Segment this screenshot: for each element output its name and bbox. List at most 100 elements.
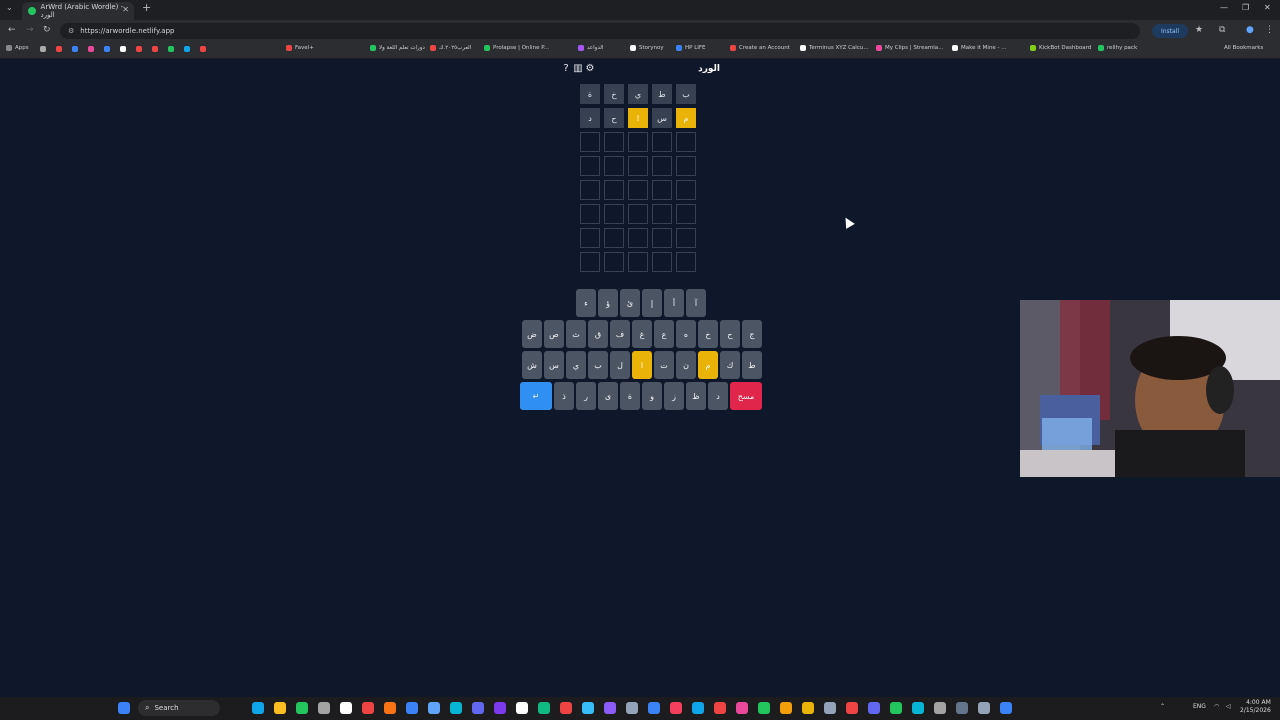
taskbar-app-icon[interactable] xyxy=(450,702,462,714)
bookmark-item[interactable]: Favel+ xyxy=(286,45,314,51)
key-ض[interactable]: ض xyxy=(522,320,542,348)
tab-search-icon[interactable]: ⌄ xyxy=(6,3,13,12)
url-field[interactable]: ⚙ https://arwordle.netlify.app xyxy=(60,23,1140,39)
key-ل[interactable]: ل xyxy=(610,351,630,379)
menu-icon[interactable]: ⋮ xyxy=(1265,25,1274,35)
forward-icon[interactable]: → xyxy=(26,25,34,35)
key-ئ[interactable]: ئ xyxy=(620,289,640,317)
taskbar-app-icon[interactable] xyxy=(648,702,660,714)
new-tab-icon[interactable]: + xyxy=(142,1,151,14)
taskbar-app-icon[interactable] xyxy=(252,702,264,714)
key-ك[interactable]: ك xyxy=(720,351,740,379)
key-ن[interactable]: ن xyxy=(676,351,696,379)
key-غ[interactable]: غ xyxy=(632,320,652,348)
key-ت[interactable]: ت xyxy=(654,351,674,379)
taskbar-app-icon[interactable] xyxy=(604,702,616,714)
bookmark-item[interactable]: rellhy pack xyxy=(1098,45,1137,51)
bookmark-shortcut-icon[interactable] xyxy=(72,46,78,52)
taskbar-app-icon[interactable] xyxy=(934,702,946,714)
taskbar-app-icon[interactable] xyxy=(868,702,880,714)
taskbar-app-icon[interactable] xyxy=(340,702,352,714)
bookmark-item[interactable]: Create an Account xyxy=(730,45,790,51)
install-button[interactable]: Install xyxy=(1152,24,1188,38)
key-ة[interactable]: ة xyxy=(620,382,640,410)
key-ع[interactable]: ع xyxy=(654,320,674,348)
key-ى[interactable]: ى xyxy=(598,382,618,410)
language-indicator[interactable]: ENG xyxy=(1193,703,1206,710)
key-أ[interactable]: أ xyxy=(664,289,684,317)
taskbar-app-icon[interactable] xyxy=(274,702,286,714)
settings-icon[interactable]: ⚙ xyxy=(584,63,596,74)
key-م[interactable]: م xyxy=(698,351,718,379)
taskbar-app-icon[interactable] xyxy=(538,702,550,714)
taskbar-app-icon[interactable] xyxy=(846,702,858,714)
taskbar-app-icon[interactable] xyxy=(516,702,528,714)
key-ح[interactable]: ح xyxy=(720,320,740,348)
key-ق[interactable]: ق xyxy=(588,320,608,348)
key-د[interactable]: د xyxy=(708,382,728,410)
taskbar-app-icon[interactable] xyxy=(384,702,396,714)
key-ظ[interactable]: ظ xyxy=(686,382,706,410)
profile-icon[interactable]: ● xyxy=(1246,25,1254,35)
tray-chevron-icon[interactable]: ⌃ xyxy=(1160,703,1165,710)
taskbar-app-icon[interactable] xyxy=(582,702,594,714)
bookmark-shortcut-icon[interactable] xyxy=(40,46,46,52)
taskbar-app-icon[interactable] xyxy=(626,702,638,714)
key-ب[interactable]: ب xyxy=(588,351,608,379)
taskbar-search[interactable]: ⌕ Search xyxy=(138,700,220,716)
tab-close-icon[interactable]: ✕ xyxy=(122,5,129,14)
key-ذ[interactable]: ذ xyxy=(554,382,574,410)
key-س[interactable]: س xyxy=(544,351,564,379)
bookmark-item[interactable]: Make it Mine - ... xyxy=(952,45,1007,51)
taskbar-app-icon[interactable] xyxy=(758,702,770,714)
bookmark-item[interactable]: دورات تعلم اللغة ولا xyxy=(370,45,425,51)
taskbar-app-icon[interactable] xyxy=(912,702,924,714)
key-ر[interactable]: ر xyxy=(576,382,596,410)
key-إ[interactable]: إ xyxy=(642,289,662,317)
taskbar-app-icon[interactable] xyxy=(1000,702,1012,714)
key-ش[interactable]: ش xyxy=(522,351,542,379)
taskbar-app-icon[interactable] xyxy=(714,702,726,714)
taskbar-app-icon[interactable] xyxy=(296,702,308,714)
key-ج[interactable]: ج xyxy=(742,320,762,348)
taskbar-app-icon[interactable] xyxy=(890,702,902,714)
bookmark-item[interactable]: Terminus XYZ Calcu... xyxy=(800,45,869,51)
delete-key[interactable]: مسح xyxy=(730,382,762,410)
key-ث[interactable]: ث xyxy=(566,320,586,348)
wifi-icon[interactable]: ◠ xyxy=(1214,703,1219,710)
help-icon[interactable]: ? xyxy=(560,63,572,74)
taskbar-app-icon[interactable] xyxy=(318,702,330,714)
key-ف[interactable]: ف xyxy=(610,320,630,348)
taskbar-app-icon[interactable] xyxy=(824,702,836,714)
enter-key[interactable]: ↵ xyxy=(520,382,552,410)
bookmark-star-icon[interactable]: ★ xyxy=(1195,25,1203,35)
minimize-icon[interactable]: — xyxy=(1220,3,1228,12)
clock[interactable]: 4:00 AM 2/15/2026 xyxy=(1240,699,1271,715)
taskbar-app-icon[interactable] xyxy=(956,702,968,714)
bookmark-shortcut-icon[interactable] xyxy=(184,46,190,52)
taskbar-app-icon[interactable] xyxy=(362,702,374,714)
bookmark-item[interactable]: Apps xyxy=(6,45,29,51)
bookmark-item[interactable]: Storynoy xyxy=(630,45,664,51)
key-ه[interactable]: ه xyxy=(676,320,696,348)
bookmark-shortcut-icon[interactable] xyxy=(200,46,206,52)
maximize-icon[interactable]: ❐ xyxy=(1242,3,1249,12)
active-tab[interactable]: ArWrd (Arabic Wordle) - الورد ✕ xyxy=(22,2,134,20)
key-و[interactable]: و xyxy=(642,382,662,410)
volume-icon[interactable]: ◁ xyxy=(1226,703,1231,710)
bookmark-item[interactable]: Prolapse | Online P... xyxy=(484,45,549,51)
stats-icon[interactable]: ▥ xyxy=(572,63,584,74)
bookmark-shortcut-icon[interactable] xyxy=(88,46,94,52)
taskbar-app-icon[interactable] xyxy=(670,702,682,714)
key-ط[interactable]: ط xyxy=(742,351,762,379)
close-window-icon[interactable]: ✕ xyxy=(1264,3,1271,12)
bookmark-item[interactable]: HP LIFE xyxy=(676,45,706,51)
taskbar-app-icon[interactable] xyxy=(736,702,748,714)
bookmark-item[interactable]: الدواعد xyxy=(578,45,603,51)
start-menu-icon[interactable] xyxy=(118,702,130,714)
bookmark-shortcut-icon[interactable] xyxy=(56,46,62,52)
back-icon[interactable]: ← xyxy=(8,25,16,35)
key-آ[interactable]: آ xyxy=(686,289,706,317)
key-ا[interactable]: ا xyxy=(632,351,652,379)
taskbar-app-icon[interactable] xyxy=(560,702,572,714)
